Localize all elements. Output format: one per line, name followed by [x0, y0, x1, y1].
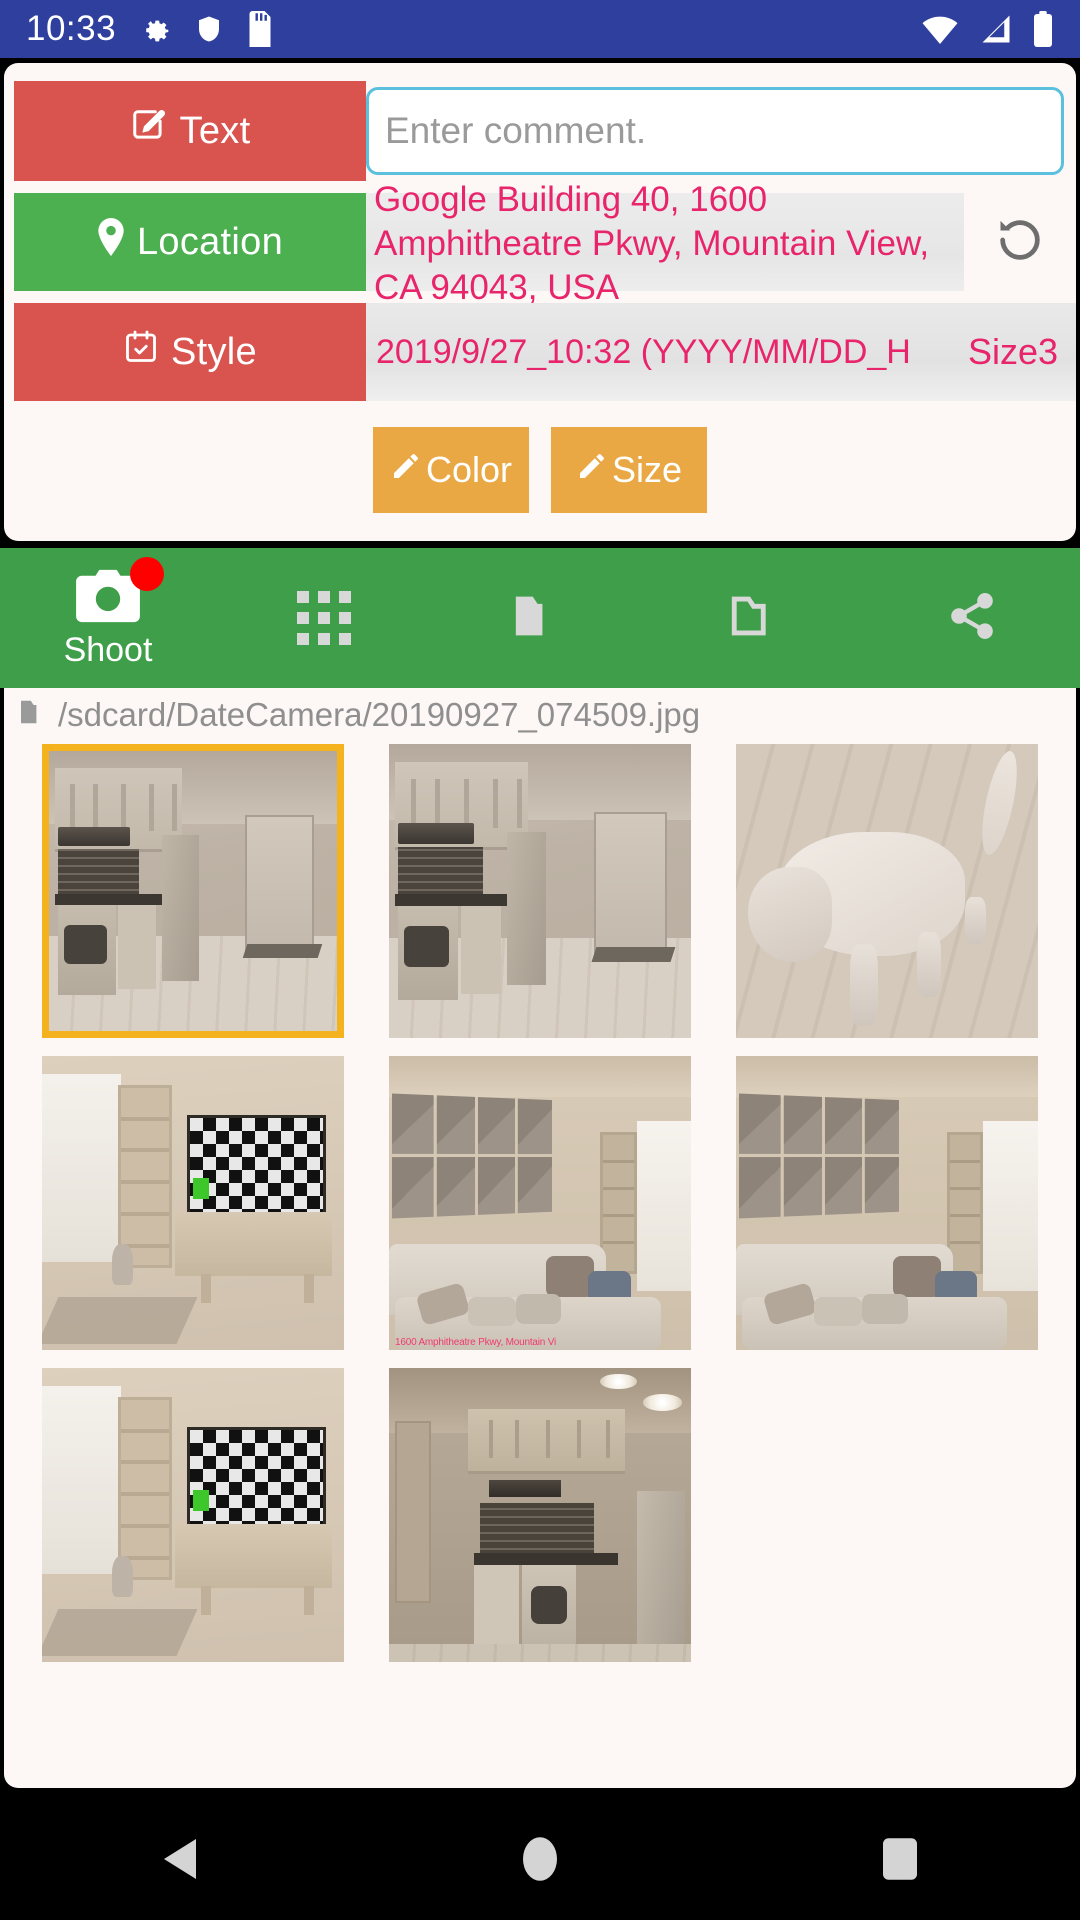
nav-back-button[interactable] — [100, 1802, 260, 1920]
thumbnail-item[interactable] — [42, 744, 344, 1038]
thumbnail-image-kitchen — [49, 751, 337, 1031]
system-navigation-bar — [0, 1802, 1080, 1920]
text-button-label: Text — [180, 110, 251, 153]
camera-icon — [72, 567, 144, 625]
style-size-text: Size3 — [954, 331, 1058, 373]
sdcard-icon — [246, 11, 274, 47]
folder-outline-icon — [727, 591, 785, 646]
pencil-square-icon — [130, 107, 168, 155]
map-pin-icon — [97, 218, 125, 266]
shield-icon — [194, 12, 224, 46]
text-row: Text — [14, 81, 1076, 181]
toolbar-item-share[interactable] — [864, 548, 1080, 688]
location-value[interactable]: Google Building 40, 1600 Amphitheatre Pk… — [366, 193, 964, 291]
main-toolbar: Shoot — [0, 548, 1080, 688]
home-circle-icon — [523, 1836, 557, 1887]
reload-ccw-icon — [994, 214, 1046, 271]
thumbnail-item[interactable] — [42, 1368, 344, 1662]
thumbnail-item[interactable] — [736, 744, 1038, 1038]
thumbnail-item[interactable] — [389, 744, 691, 1038]
thumbnail-image-sofaroom — [736, 1056, 1038, 1350]
location-button[interactable]: Location — [14, 193, 366, 291]
style-format-text: 2019/9/27_10:32 (YYYY/MM/DD_H — [376, 333, 911, 372]
thumbnail-image-tvroom — [42, 1368, 344, 1662]
location-value-wrap: Google Building 40, 1600 Amphitheatre Pk… — [366, 193, 1076, 291]
style-value[interactable]: 2019/9/27_10:32 (YYYY/MM/DD_H Size3 — [366, 303, 1076, 401]
thumbnail-item[interactable] — [42, 1056, 344, 1350]
recents-square-icon — [883, 1837, 917, 1886]
share-icon — [944, 590, 1000, 647]
toolbar-item-shoot-label: Shoot — [64, 631, 153, 670]
wifi-icon — [920, 12, 960, 46]
battery-icon — [1032, 11, 1054, 47]
toolbar-item-grid[interactable] — [216, 548, 432, 688]
current-path-row: /sdcard/DateCamera/20190927_074509.jpg — [4, 688, 1076, 744]
size-button-label: Size — [612, 449, 682, 491]
thumbnail-item[interactable] — [736, 1056, 1038, 1350]
location-row: Location Google Building 40, 1600 Amphit… — [14, 193, 1076, 291]
gallery-panel: /sdcard/DateCamera/20190927_074509.jpg 1… — [4, 688, 1076, 1788]
style-button[interactable]: Style — [14, 303, 366, 401]
pencil-icon — [390, 449, 422, 491]
control-panel: Text Location Google Building 40, 1600 A… — [4, 63, 1076, 541]
folder-icon — [18, 696, 52, 734]
size-button[interactable]: Size — [551, 427, 707, 513]
location-reload-button[interactable] — [964, 193, 1076, 291]
gear-icon — [138, 12, 172, 46]
status-time: 10:33 — [26, 9, 116, 49]
thumbnail-item[interactable]: 1600 Amphitheatre Pkwy, Mountain Vi — [389, 1056, 691, 1350]
folder-filled-icon — [511, 591, 569, 646]
back-triangle-icon — [160, 1837, 200, 1886]
photo-stamp-text: 1600 Amphitheatre Pkwy, Mountain Vi — [395, 1337, 556, 1348]
thumbnail-image-dog — [736, 744, 1038, 1038]
status-bar: 10:33 — [0, 0, 1080, 58]
thumbnail-image-kitchen — [389, 744, 691, 1038]
thumbnail-item[interactable] — [389, 1368, 691, 1662]
color-size-row: Color Size — [4, 427, 1076, 513]
nav-recents-button[interactable] — [820, 1802, 980, 1920]
shoot-badge — [130, 557, 164, 591]
color-button-label: Color — [426, 449, 512, 491]
nav-home-button[interactable] — [460, 1802, 620, 1920]
comment-field-wrap — [366, 81, 1076, 181]
current-path-text: /sdcard/DateCamera/20190927_074509.jpg — [58, 696, 700, 734]
comment-input[interactable] — [366, 87, 1064, 175]
text-button[interactable]: Text — [14, 81, 366, 181]
location-button-label: Location — [137, 221, 283, 264]
phone-screen: 10:33 Text Enter comment. Location Googl… — [0, 0, 1080, 1920]
status-bar-left: 10:33 — [26, 9, 274, 49]
style-row: Style 2019/9/27_10:32 (YYYY/MM/DD_H Size… — [14, 303, 1076, 401]
grid-icon — [297, 591, 351, 645]
thumbnail-image-tvroom — [42, 1056, 344, 1350]
pencil-icon — [576, 449, 608, 491]
toolbar-item-folder-filled[interactable] — [432, 548, 648, 688]
color-button[interactable]: Color — [373, 427, 529, 513]
calendar-check-icon — [123, 328, 159, 376]
style-button-label: Style — [171, 331, 257, 374]
toolbar-item-shoot[interactable]: Shoot — [0, 548, 216, 688]
status-bar-right — [920, 11, 1054, 47]
cellular-signal-icon — [978, 12, 1014, 46]
thumbnail-image-kitchen2 — [389, 1368, 691, 1662]
thumbnail-image-sofaroom: 1600 Amphitheatre Pkwy, Mountain Vi — [389, 1056, 691, 1350]
thumbnail-grid: 1600 Amphitheatre Pkwy, Mountain Vi — [4, 744, 1076, 1662]
toolbar-item-folder-outline[interactable] — [648, 548, 864, 688]
